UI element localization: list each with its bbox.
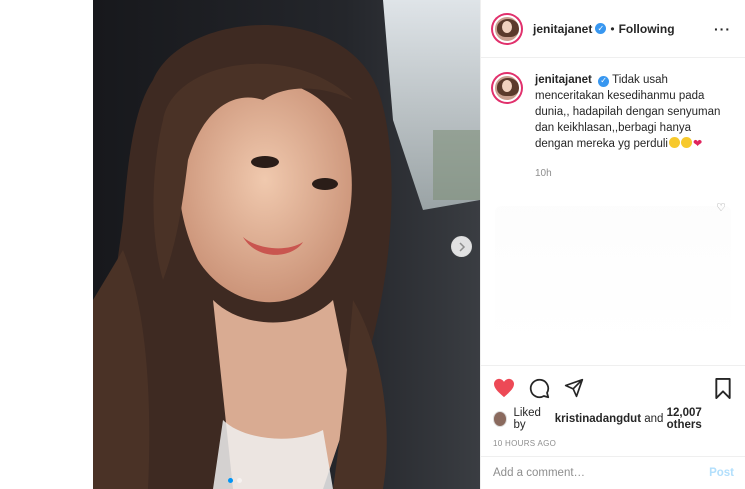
chevron-right-icon bbox=[458, 241, 465, 252]
action-icons-row bbox=[493, 376, 732, 400]
likes-prefix: Liked by bbox=[513, 407, 541, 431]
likes-middle: and bbox=[644, 413, 664, 425]
caption-row: jenitajanet ✓ Tidak usah menceritakan ke… bbox=[491, 72, 732, 182]
post-side-panel: jenitajanet ✓ • Following ··· jenitajane… bbox=[480, 0, 745, 489]
comments-section: jenitajanet ✓ Tidak usah menceritakan ke… bbox=[481, 58, 745, 365]
post-actions: Liked by kristinadangdut and 12,007 othe… bbox=[481, 365, 745, 448]
carousel-dot bbox=[237, 478, 242, 483]
smile-emoji-icon bbox=[668, 137, 680, 148]
post-comment-button[interactable]: Post bbox=[709, 467, 734, 479]
next-photo-button[interactable] bbox=[451, 236, 472, 257]
likes-summary: Liked by kristinadangdut and 12,007 othe… bbox=[493, 407, 732, 431]
red-heart-emoji-icon: ❤ bbox=[692, 138, 703, 150]
photo-image bbox=[93, 0, 480, 489]
likes-count[interactable]: 12,007 others bbox=[667, 407, 732, 431]
post-photo[interactable] bbox=[93, 0, 480, 489]
comment-input[interactable] bbox=[493, 467, 710, 479]
separator-dot: • bbox=[610, 21, 615, 36]
header-username[interactable]: jenitajanet bbox=[533, 22, 592, 36]
caption-time: 10h bbox=[535, 168, 552, 179]
add-comment-bar: Post bbox=[481, 456, 745, 489]
verified-icon: ✓ bbox=[598, 75, 610, 87]
hug-emoji-icon bbox=[680, 137, 692, 148]
caption-body: jenitajanet ✓ Tidak usah menceritakan ke… bbox=[535, 72, 730, 182]
verified-icon: ✓ bbox=[595, 23, 607, 34]
liker-avatar[interactable] bbox=[493, 411, 508, 427]
comment-placeholder bbox=[495, 206, 731, 346]
caption-avatar[interactable] bbox=[491, 72, 523, 104]
caption-username[interactable]: jenitajanet bbox=[535, 74, 592, 86]
comment-icon[interactable] bbox=[529, 378, 550, 399]
share-icon[interactable] bbox=[564, 378, 584, 398]
comment-like-icon[interactable]: ♡ bbox=[716, 201, 726, 214]
liker-username[interactable]: kristinadangdut bbox=[555, 413, 641, 425]
following-button[interactable]: Following bbox=[619, 22, 675, 36]
bookmark-icon[interactable] bbox=[714, 377, 732, 399]
carousel-dot-active bbox=[228, 478, 233, 483]
carousel-indicator bbox=[228, 478, 242, 483]
more-horizontal-icon[interactable]: ··· bbox=[714, 21, 731, 37]
avatar[interactable] bbox=[491, 12, 523, 45]
heart-icon[interactable] bbox=[493, 378, 515, 398]
post-header: jenitajanet ✓ • Following ··· bbox=[481, 0, 745, 58]
post-timestamp: 10 HOURS AGO bbox=[493, 439, 557, 448]
